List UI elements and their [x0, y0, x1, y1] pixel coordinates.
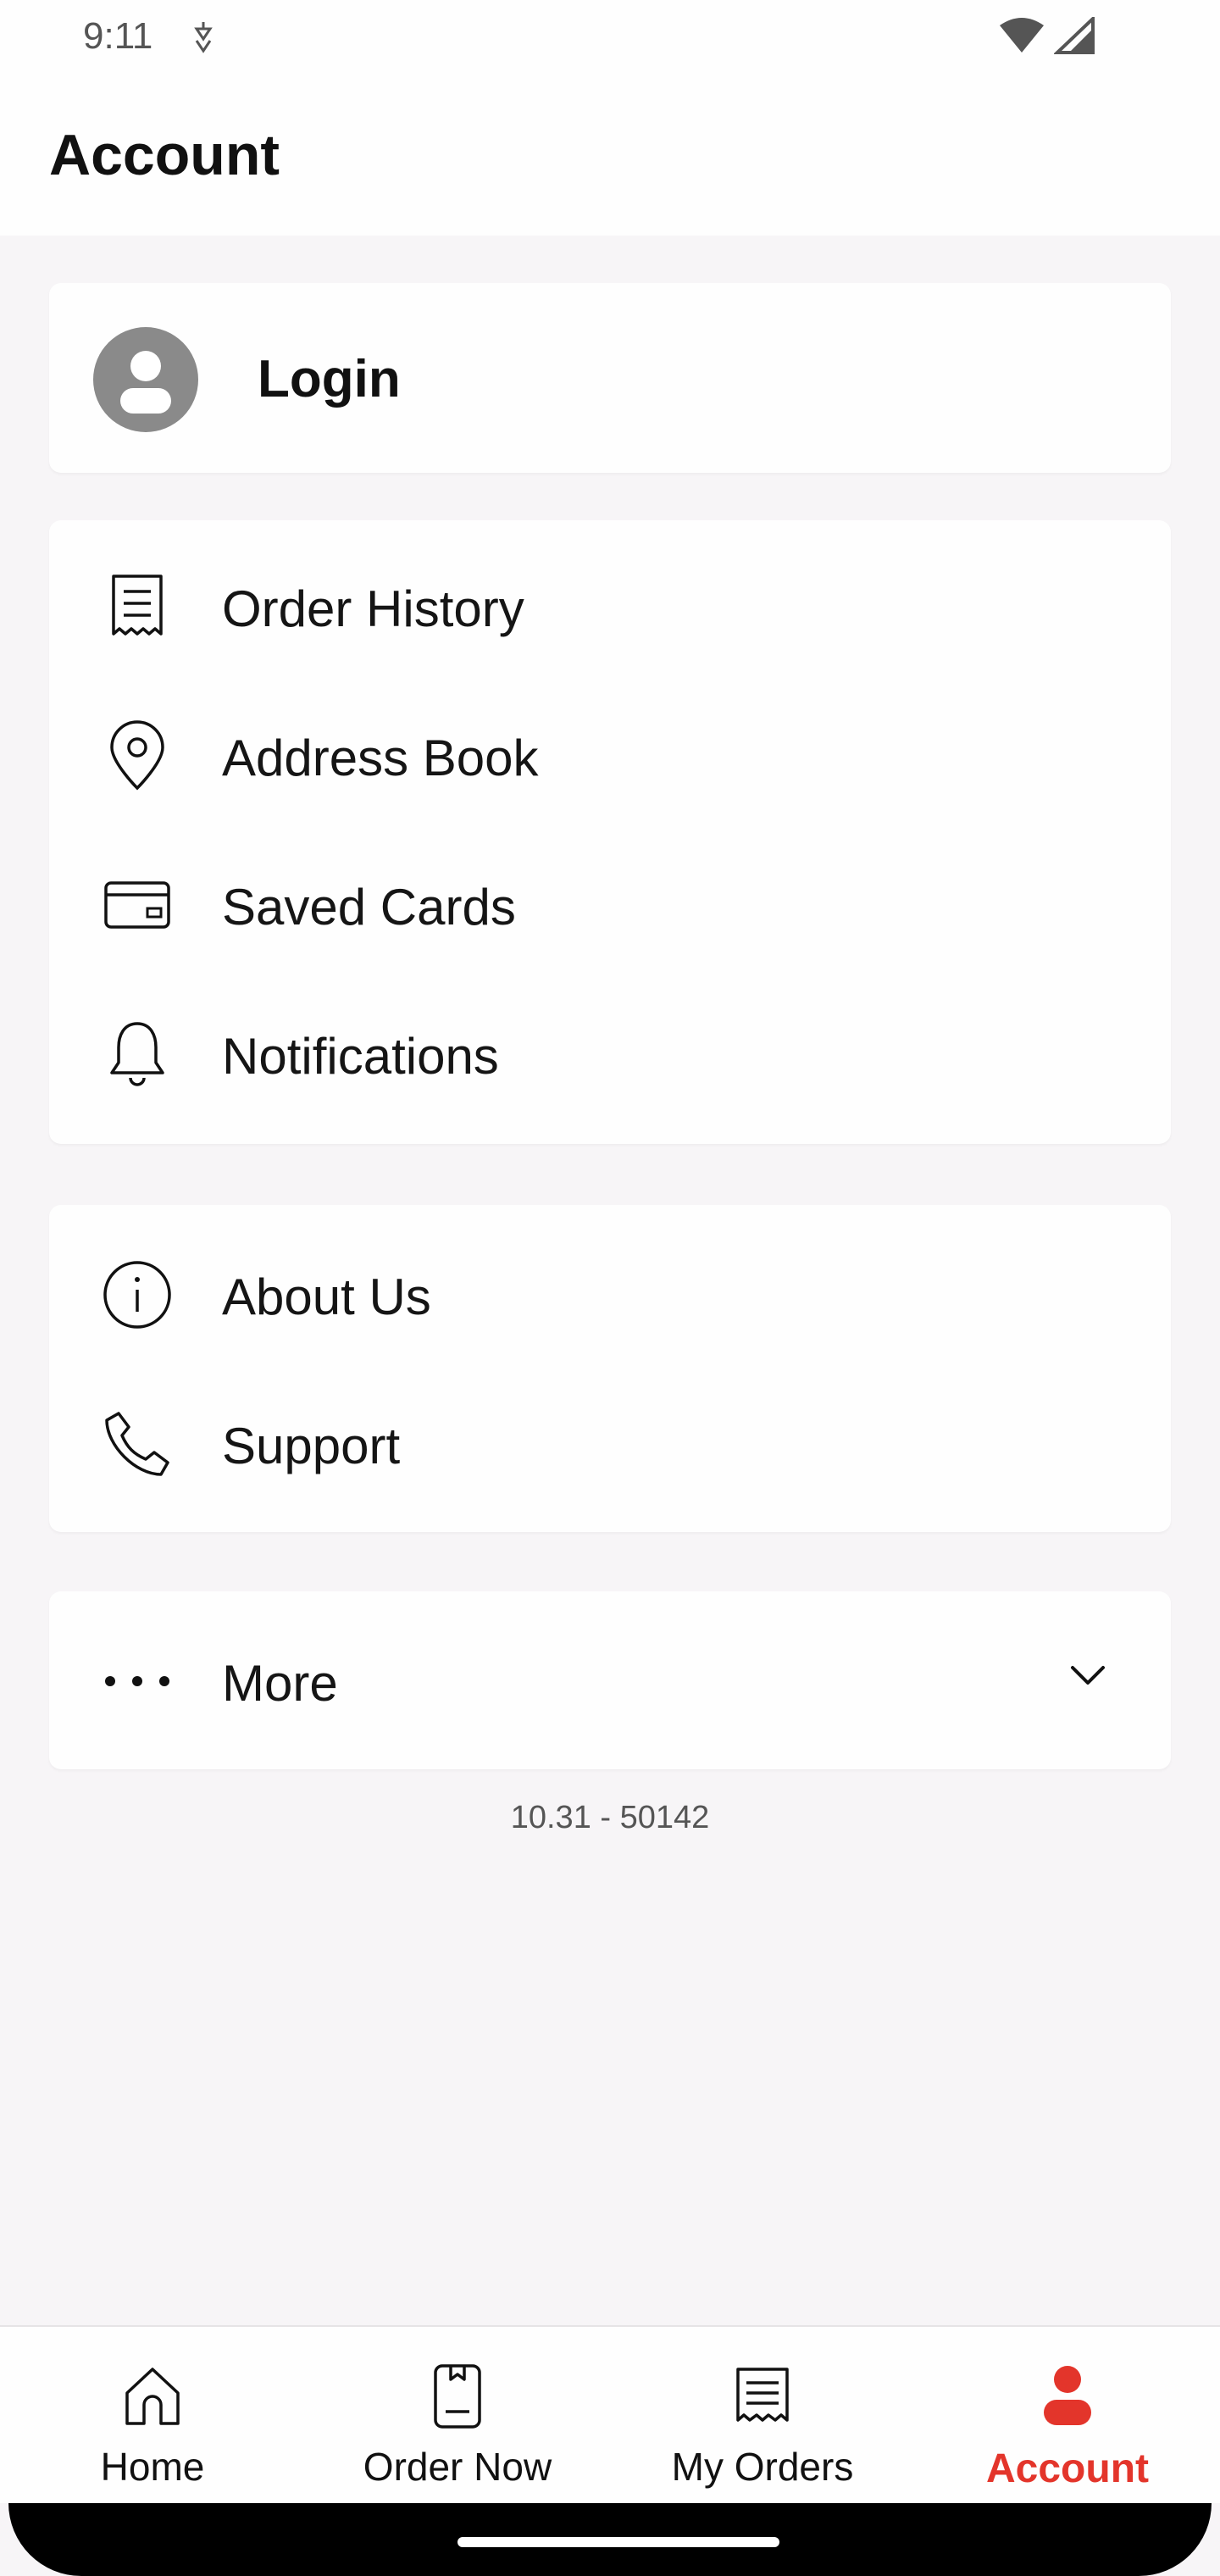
- status-icons: [998, 17, 1095, 54]
- menu-item-address-book[interactable]: Address Book: [49, 681, 1171, 830]
- login-label: Login: [258, 350, 401, 408]
- gesture-bar-background: [8, 2503, 1212, 2576]
- menu-item-label: About Us: [222, 1269, 431, 1325]
- system-gesture-area: [0, 2503, 1220, 2576]
- app-version: 10.31 - 50142: [510, 1800, 710, 1835]
- receipt-icon: [102, 571, 173, 642]
- chevron-down-icon[interactable]: [1069, 1664, 1106, 1692]
- menu-item-label: Order History: [222, 580, 524, 637]
- bell-icon: [102, 1019, 173, 1090]
- nav-item-account[interactable]: Account: [915, 2327, 1220, 2505]
- bottom-nav: Home Order Now My Orders Account: [0, 2325, 1220, 2503]
- home-gesture-handle[interactable]: [458, 2537, 779, 2547]
- signal-icon: [1054, 17, 1095, 54]
- status-time: 9:11: [83, 15, 153, 57]
- menu-item-label: Saved Cards: [222, 879, 516, 935]
- notification-indicator-icon: [188, 19, 219, 60]
- wifi-icon: [1000, 18, 1044, 53]
- menu-item-saved-cards[interactable]: Saved Cards: [49, 830, 1171, 980]
- status-bar: 9:11: [0, 0, 1220, 75]
- my-orders-icon: [729, 2362, 796, 2430]
- nav-item-order-now[interactable]: Order Now: [305, 2327, 610, 2505]
- location-pin-icon: [102, 720, 173, 791]
- nav-label: Home: [100, 2445, 205, 2489]
- account-icon: [1034, 2362, 1101, 2430]
- menu-item-label: Address Book: [222, 730, 539, 786]
- nav-label-active: Account: [986, 2446, 1149, 2491]
- menu-item-label: More: [222, 1655, 338, 1712]
- nav-item-my-orders[interactable]: My Orders: [610, 2327, 915, 2505]
- menu-item-order-history[interactable]: Order History: [49, 532, 1171, 681]
- more-dots-icon: [102, 1646, 173, 1717]
- info-icon: [102, 1259, 173, 1330]
- phone-icon: [102, 1408, 173, 1480]
- avatar-icon: [93, 327, 198, 432]
- page-title: Account: [49, 123, 280, 187]
- menu-item-label: Support: [222, 1418, 401, 1474]
- more-card[interactable]: More: [49, 1591, 1171, 1769]
- credit-card-icon: [102, 869, 173, 941]
- login-card[interactable]: Login: [49, 283, 1171, 473]
- header: Account: [0, 75, 1220, 236]
- menu-item-more[interactable]: More: [49, 1607, 1171, 1756]
- account-menu-group: Order History Address Book Saved Cards N…: [49, 520, 1171, 1144]
- nav-label: Order Now: [363, 2445, 552, 2489]
- menu-item-about-us[interactable]: About Us: [49, 1220, 1171, 1369]
- home-icon: [119, 2362, 186, 2430]
- menu-item-notifications[interactable]: Notifications: [49, 980, 1171, 1129]
- order-now-icon: [424, 2362, 491, 2430]
- nav-label: My Orders: [671, 2445, 854, 2489]
- nav-item-home[interactable]: Home: [0, 2327, 305, 2505]
- info-menu-group: About Us Support: [49, 1205, 1171, 1532]
- menu-item-label: Notifications: [222, 1028, 499, 1085]
- menu-item-support[interactable]: Support: [49, 1369, 1171, 1518]
